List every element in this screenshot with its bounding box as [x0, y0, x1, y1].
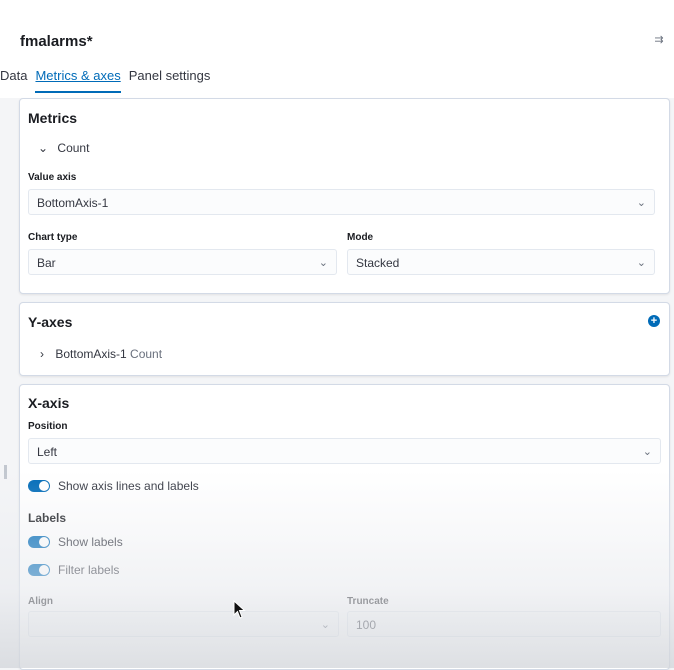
chevron-down-icon: ⌄ [318, 257, 328, 269]
value-axis-select[interactable]: BottomAxis-1 ⌄ [28, 189, 655, 215]
mode-label: Mode [347, 232, 374, 243]
tab-data[interactable]: Data [0, 68, 27, 93]
metric-count-accordion[interactable]: ⌄ Count [38, 141, 89, 155]
x-axis-heading: X-axis [28, 395, 70, 411]
tab-metrics-axes[interactable]: Metrics & axes [35, 68, 121, 93]
y-axes-card: Y-axes + › BottomAxis-1 Count [19, 302, 670, 376]
y-axis-name: BottomAxis-1 [55, 347, 127, 361]
resize-handle[interactable] [4, 465, 7, 479]
plus-circle-icon[interactable]: + [648, 315, 660, 327]
align-label: Align [28, 596, 53, 607]
value-axis-value: BottomAxis-1 [37, 196, 109, 210]
chevron-down-icon: ⌄ [38, 141, 49, 155]
chart-type-value: Bar [37, 256, 56, 270]
align-select[interactable]: ⌄ [28, 611, 339, 637]
metrics-card: Metrics ⌄ Count Value axis BottomAxis-1 … [19, 98, 670, 294]
y-axis-sub: Count [130, 347, 163, 361]
truncate-input[interactable]: 100 [347, 611, 661, 637]
chart-type-label: Chart type [28, 232, 78, 243]
visualization-title: fmalarms* [20, 33, 93, 50]
show-labels-toggle[interactable]: Show labels [28, 535, 123, 549]
mode-value: Stacked [356, 256, 400, 270]
value-axis-label: Value axis [28, 172, 77, 183]
mouse-cursor-icon [233, 600, 246, 619]
show-axis-lines-label: Show axis lines and labels [58, 479, 199, 493]
x-axis-card: X-axis Position Left ⌄ Show axis lines a… [19, 384, 670, 670]
show-axis-lines-toggle[interactable]: Show axis lines and labels [28, 479, 199, 493]
metrics-heading: Metrics [28, 110, 78, 126]
tab-panel-settings[interactable]: Panel settings [129, 68, 211, 93]
editor-tabs: Data Metrics & axes Panel settings [0, 68, 211, 93]
toggle-switch-icon [28, 480, 50, 492]
y-axis-accordion[interactable]: › BottomAxis-1 Count [40, 347, 162, 361]
position-label: Position [28, 421, 68, 432]
truncate-label: Truncate [347, 596, 389, 607]
chevron-down-icon: ⌄ [636, 257, 646, 269]
position-value: Left [37, 445, 58, 459]
chevron-down-icon: ⌄ [636, 197, 646, 209]
truncate-value: 100 [356, 618, 377, 632]
labels-heading: Labels [28, 511, 67, 525]
chevron-down-icon: ⌄ [320, 619, 330, 631]
top-strip [0, 0, 674, 10]
mode-select[interactable]: Stacked ⌄ [347, 249, 655, 275]
toggle-switch-icon [28, 564, 50, 576]
show-labels-label: Show labels [58, 535, 123, 549]
y-axes-heading: Y-axes [28, 314, 73, 330]
filter-labels-toggle[interactable]: Filter labels [28, 563, 119, 577]
collapse-icon[interactable]: ⇉ [652, 34, 666, 46]
filter-labels-label: Filter labels [58, 563, 120, 577]
toggle-switch-icon [28, 536, 50, 548]
metric-count-label: Count [57, 141, 90, 155]
chevron-down-icon: ⌄ [642, 446, 652, 458]
chevron-right-icon: › [40, 347, 44, 361]
position-select[interactable]: Left ⌄ [28, 438, 661, 464]
chart-type-select[interactable]: Bar ⌄ [28, 249, 337, 275]
